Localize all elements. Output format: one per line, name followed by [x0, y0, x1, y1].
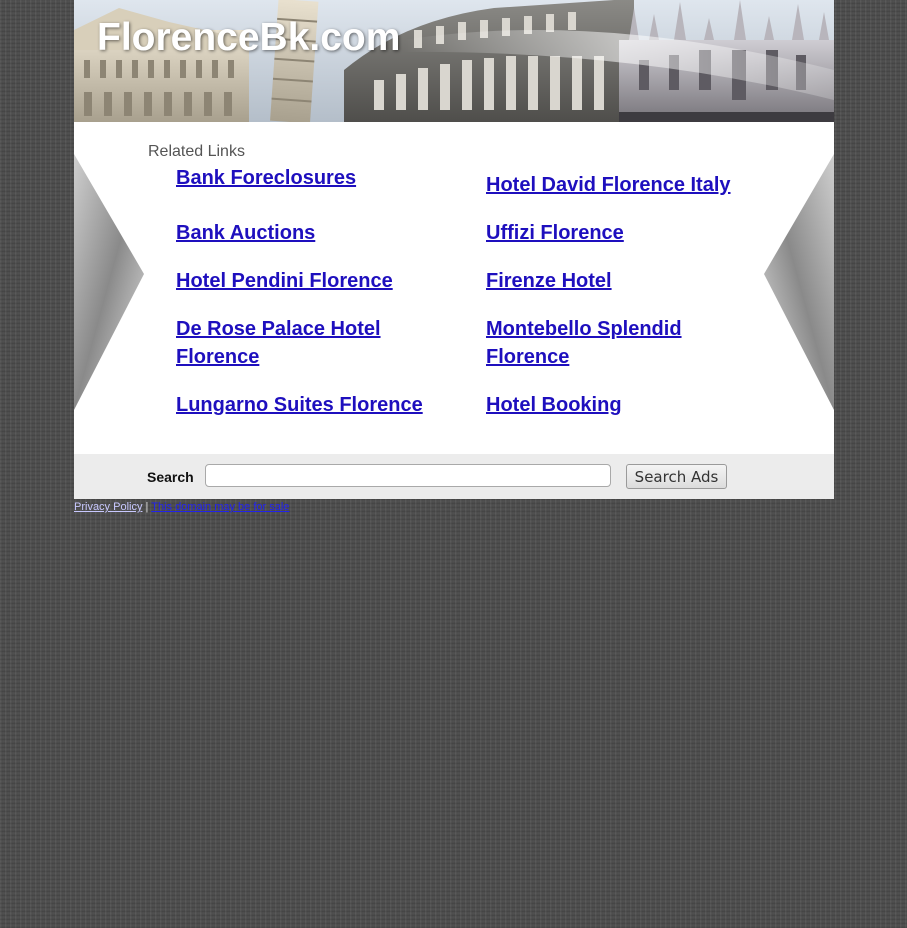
site-title: FlorenceBk.com — [97, 16, 401, 59]
header-banner: FlorenceBk.com — [74, 0, 834, 122]
related-link[interactable]: Firenze Hotel — [486, 267, 746, 295]
related-link[interactable]: De Rose Palace Hotel Florence — [176, 315, 416, 371]
domain-for-sale-link[interactable]: This domain may be for sale — [151, 501, 289, 513]
related-link[interactable]: Hotel David Florence Italy — [486, 171, 766, 199]
left-decoration-chevron — [74, 154, 144, 410]
related-link[interactable]: Hotel Booking — [486, 391, 746, 419]
privacy-policy-link[interactable]: Privacy Policy — [74, 501, 142, 513]
search-input[interactable] — [205, 464, 611, 487]
page-wrapper: FlorenceBk.com Related Links Bank Forecl… — [74, 0, 834, 513]
footer: Privacy Policy | This domain may be for … — [74, 499, 834, 513]
related-link[interactable]: Bank Auctions — [176, 219, 436, 247]
related-links-panel: Related Links Bank Foreclosures Hotel Da… — [74, 122, 834, 454]
related-link[interactable]: Hotel Pendini Florence — [176, 267, 436, 295]
footer-separator: | — [145, 501, 149, 513]
right-decoration-chevron — [764, 154, 834, 410]
related-link[interactable]: Bank Foreclosures — [176, 164, 436, 192]
related-link[interactable]: Uffizi Florence — [486, 219, 746, 247]
related-link[interactable]: Lungarno Suites Florence — [176, 391, 446, 419]
related-links-heading: Related Links — [148, 143, 245, 160]
search-ads-button[interactable]: Search Ads — [626, 464, 727, 489]
search-bar: Search Search Ads — [74, 454, 834, 499]
related-link[interactable]: Montebello Splendid Florence — [486, 315, 726, 371]
search-label: Search — [147, 469, 194, 485]
